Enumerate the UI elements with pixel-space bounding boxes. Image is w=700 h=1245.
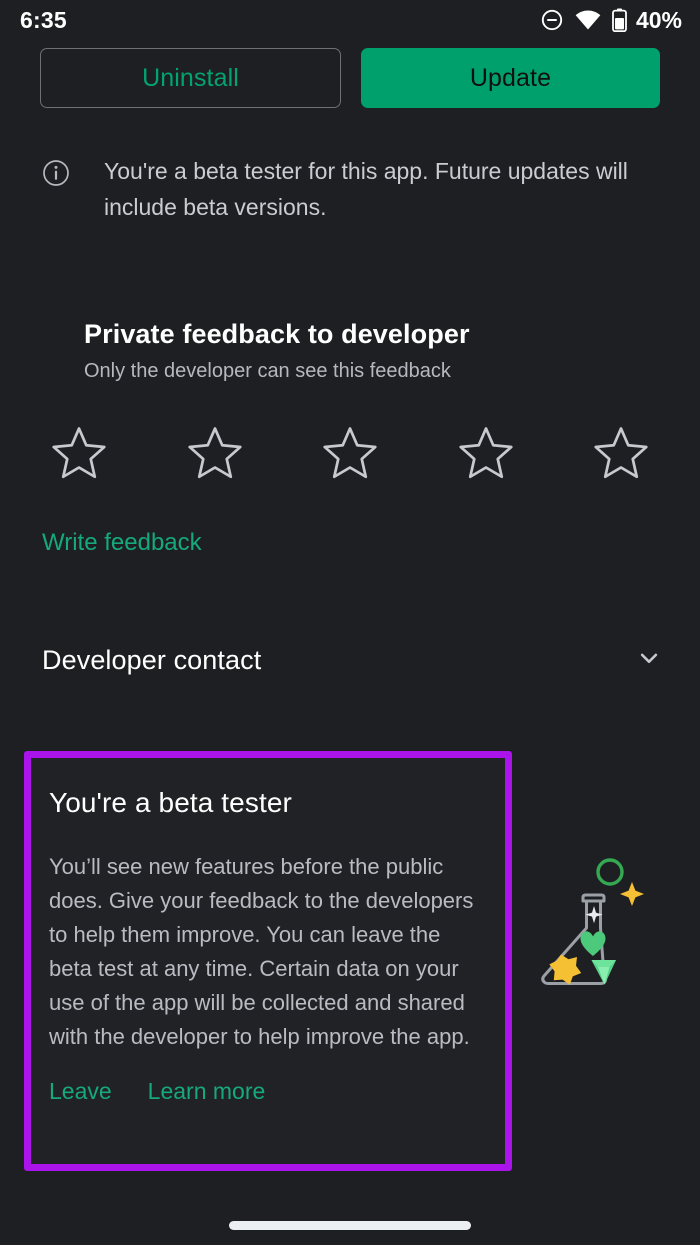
star-icon-1[interactable] [46, 420, 112, 486]
write-feedback-link[interactable]: Write feedback [42, 526, 202, 560]
star-icon-4[interactable] [453, 420, 519, 486]
developer-contact-label: Developer contact [42, 644, 262, 675]
beta-card-title: You're a beta tester [49, 787, 292, 818]
private-feedback-section: Private feedback to developer Only the d… [0, 316, 700, 386]
uninstall-button[interactable]: Uninstall [40, 48, 341, 108]
developer-contact-row[interactable]: Developer contact [0, 632, 700, 688]
star-icon-5[interactable] [588, 420, 654, 486]
status-time: 6:35 [20, 6, 67, 33]
update-button[interactable]: Update [361, 48, 660, 108]
leave-beta-button[interactable]: Leave [49, 1076, 112, 1106]
star-icon-3[interactable] [317, 420, 383, 486]
learn-more-button[interactable]: Learn more [148, 1076, 266, 1106]
status-bar: 6:35 40% [0, 0, 700, 40]
wifi-icon [575, 9, 601, 31]
star-icon-2[interactable] [182, 420, 248, 486]
star-rating [0, 420, 700, 486]
chevron-down-icon[interactable] [634, 643, 664, 678]
app-action-buttons: Uninstall Update [0, 48, 700, 108]
home-indicator[interactable] [229, 1221, 471, 1230]
beta-tester-card: You're a beta tester You’ll see new feat… [24, 751, 512, 1171]
beta-tester-notice: You're a beta tester for this app. Futur… [0, 153, 700, 225]
do-not-disturb-icon [540, 8, 564, 32]
battery-icon [612, 8, 627, 32]
beta-card-actions: Leave Learn more [49, 1076, 487, 1106]
private-feedback-subtitle: Only the developer can see this feedback [84, 360, 451, 382]
app-screen: 6:35 40% Uninstall Update You're a beta … [0, 0, 700, 1245]
beta-flask-illustration [528, 850, 678, 1000]
gold-sparkle-shape [620, 882, 644, 906]
private-feedback-title: Private feedback to developer [84, 319, 470, 349]
info-icon [42, 159, 70, 192]
beta-card-body: You’ll see new features before the publi… [49, 854, 474, 1049]
beta-notice-text: You're a beta tester for this app. Futur… [104, 158, 628, 220]
status-icons: 40% [540, 8, 682, 32]
battery-percent: 40% [635, 6, 682, 33]
green-circle-shape [596, 858, 624, 886]
gold-star-shape [549, 954, 582, 985]
